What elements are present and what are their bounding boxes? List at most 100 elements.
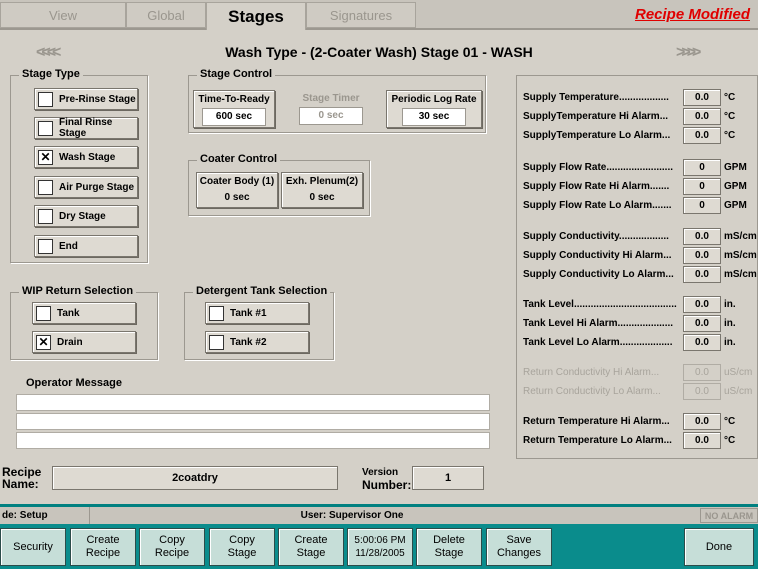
alarm-indicator: NO ALARM — [700, 508, 758, 523]
tab-signatures[interactable]: Signatures — [306, 2, 416, 28]
wip-drain-checkbox[interactable]: ✕ Drain — [32, 331, 136, 353]
param-value[interactable]: 0.0 — [683, 227, 721, 245]
create-recipe-button[interactable]: Create Recipe — [70, 528, 136, 566]
pre-rinse-stage-checkbox[interactable]: Pre-Rinse Stage — [34, 88, 138, 110]
save-changes-button[interactable]: Save Changes — [486, 528, 552, 566]
checkbox-mark — [209, 305, 224, 321]
tab-global[interactable]: Global — [126, 2, 206, 28]
param-unit: °C — [724, 129, 736, 141]
checkbox-mark: ✕ — [36, 334, 51, 350]
checkbox-label: Pre-Rinse Stage — [59, 93, 136, 105]
param-label: Supply Flow Rate Hi Alarm....... — [523, 180, 670, 192]
checkbox-label: Tank #2 — [230, 336, 267, 348]
param-unit: in. — [724, 298, 736, 310]
final-rinse-stage-checkbox[interactable]: Final Rinse Stage — [34, 117, 138, 139]
periodic-log-rate-value: 30 sec — [402, 108, 466, 126]
mode-indicator: de: Setup — [0, 507, 90, 524]
supply-temp-lo-alarm-row: SupplyTemperature Lo Alarm... 0.0 °C — [523, 126, 735, 144]
param-unit: in. — [724, 336, 736, 348]
tab-stages[interactable]: Stages — [206, 2, 306, 30]
copy-stage-button[interactable]: Copy Stage — [209, 528, 275, 566]
stage-type-legend: Stage Type — [19, 68, 83, 80]
copy-recipe-button[interactable]: Copy Recipe — [139, 528, 205, 566]
param-label: Tank Level..............................… — [523, 298, 677, 310]
supply-temperature-row: Supply Temperature.................. 0.0… — [523, 88, 735, 106]
periodic-log-rate-label: Periodic Log Rate — [391, 94, 477, 105]
delete-stage-button[interactable]: Delete Stage — [416, 528, 482, 566]
detergent-tank1-checkbox[interactable]: Tank #1 — [205, 302, 309, 324]
checkbox-mark: ✕ — [38, 149, 53, 165]
wip-tank-checkbox[interactable]: Tank — [32, 302, 136, 324]
param-label: Supply Conductivity Hi Alarm... — [523, 249, 672, 261]
param-value[interactable]: 0.0 — [683, 107, 721, 125]
checkbox-label: Air Purge Stage — [59, 181, 135, 193]
supply-flow-rate-row: Supply Flow Rate........................… — [523, 158, 747, 176]
param-value[interactable]: 0.0 — [683, 431, 721, 449]
param-value[interactable]: 0.0 — [683, 246, 721, 264]
param-unit: in. — [724, 317, 736, 329]
user-indicator: User: Supervisor One — [300, 510, 404, 521]
supply-flow-lo-alarm-row: Supply Flow Rate Lo Alarm....... 0 GPM — [523, 196, 747, 214]
operator-message-line-2[interactable] — [16, 413, 490, 430]
param-value: 0.0 — [683, 382, 721, 400]
air-purge-stage-checkbox[interactable]: Air Purge Stage — [34, 176, 138, 198]
param-value[interactable]: 0.0 — [683, 295, 721, 313]
exh-plenum-value: 0 sec — [309, 192, 335, 203]
done-button[interactable]: Done — [684, 528, 754, 566]
detergent-tank2-checkbox[interactable]: Tank #2 — [205, 331, 309, 353]
param-value[interactable]: 0.0 — [683, 126, 721, 144]
param-value[interactable]: 0.0 — [683, 88, 721, 106]
param-value[interactable]: 0 — [683, 177, 721, 195]
param-value[interactable]: 0.0 — [683, 412, 721, 430]
checkbox-mark — [38, 91, 53, 107]
tab-view[interactable]: View — [0, 2, 126, 28]
operator-message-line-3[interactable] — [16, 432, 490, 449]
param-label: Supply Flow Rate........................ — [523, 161, 674, 173]
periodic-log-rate-button[interactable]: Periodic Log Rate 30 sec — [386, 90, 482, 128]
supply-cond-lo-alarm-row: Supply Conductivity Lo Alarm... 0.0 mS/c… — [523, 265, 757, 283]
param-label: SupplyTemperature Lo Alarm... — [523, 129, 671, 141]
tank-level-lo-alarm-row: Tank Level Lo Alarm................... 0… — [523, 333, 736, 351]
operator-message-line-1[interactable] — [16, 394, 490, 411]
time-to-ready-value: 600 sec — [202, 108, 266, 126]
param-label: Tank Level Lo Alarm................... — [523, 336, 673, 348]
param-label: Supply Flow Rate Lo Alarm....... — [523, 199, 672, 211]
recipe-name-field[interactable]: 2coatdry — [52, 466, 338, 490]
param-value[interactable]: 0.0 — [683, 314, 721, 332]
version-number-field: 1 — [412, 466, 484, 490]
version-label-line2: Number: — [362, 478, 412, 492]
time-to-ready-button[interactable]: Time-To-Ready 600 sec — [193, 90, 275, 128]
return-temp-hi-alarm-row: Return Temperature Hi Alarm... 0.0 °C — [523, 412, 735, 430]
coater-control-legend: Coater Control — [197, 153, 280, 165]
security-button[interactable]: Security — [0, 528, 66, 566]
param-unit: GPM — [724, 180, 747, 192]
return-cond-hi-alarm-row: Return Conductivity Hi Alarm... 0.0 uS/c… — [523, 363, 752, 381]
end-stage-checkbox[interactable]: End — [34, 235, 138, 257]
stage-timer-display: Stage Timer 0 sec — [290, 90, 372, 128]
param-unit: GPM — [724, 199, 747, 211]
checkbox-label: Tank — [57, 307, 80, 319]
param-unit: uS/cm — [724, 366, 753, 378]
exh-plenum-button[interactable]: Exh. Plenum(2) 0 sec — [281, 172, 363, 208]
wash-stage-checkbox[interactable]: ✕ Wash Stage — [34, 146, 138, 168]
param-value[interactable]: 0 — [683, 196, 721, 214]
param-value: 0.0 — [683, 363, 721, 381]
dry-stage-checkbox[interactable]: Dry Stage — [34, 205, 138, 227]
checkbox-label: Dry Stage — [59, 210, 106, 222]
param-value[interactable]: 0.0 — [683, 333, 721, 351]
param-label: SupplyTemperature Hi Alarm... — [523, 110, 669, 122]
coater-body-button[interactable]: Coater Body (1) 0 sec — [196, 172, 278, 208]
param-label: Tank Level Hi Alarm.................... — [523, 317, 674, 329]
top-tab-bar: View Global Stages Signatures Recipe Mod… — [0, 0, 758, 30]
param-label: Return Conductivity Hi Alarm... — [523, 366, 660, 378]
param-value[interactable]: 0 — [683, 158, 721, 176]
return-temp-lo-alarm-row: Return Temperature Lo Alarm... 0.0 °C — [523, 431, 735, 449]
param-unit: °C — [724, 434, 736, 446]
param-value[interactable]: 0.0 — [683, 265, 721, 283]
supply-temp-hi-alarm-row: SupplyTemperature Hi Alarm... 0.0 °C — [523, 107, 735, 125]
create-stage-button[interactable]: Create Stage — [278, 528, 344, 566]
param-unit: mS/cm — [724, 249, 757, 261]
param-label: Return Temperature Lo Alarm... — [523, 434, 672, 446]
checkbox-mark — [36, 305, 51, 321]
checkbox-mark — [209, 334, 224, 350]
